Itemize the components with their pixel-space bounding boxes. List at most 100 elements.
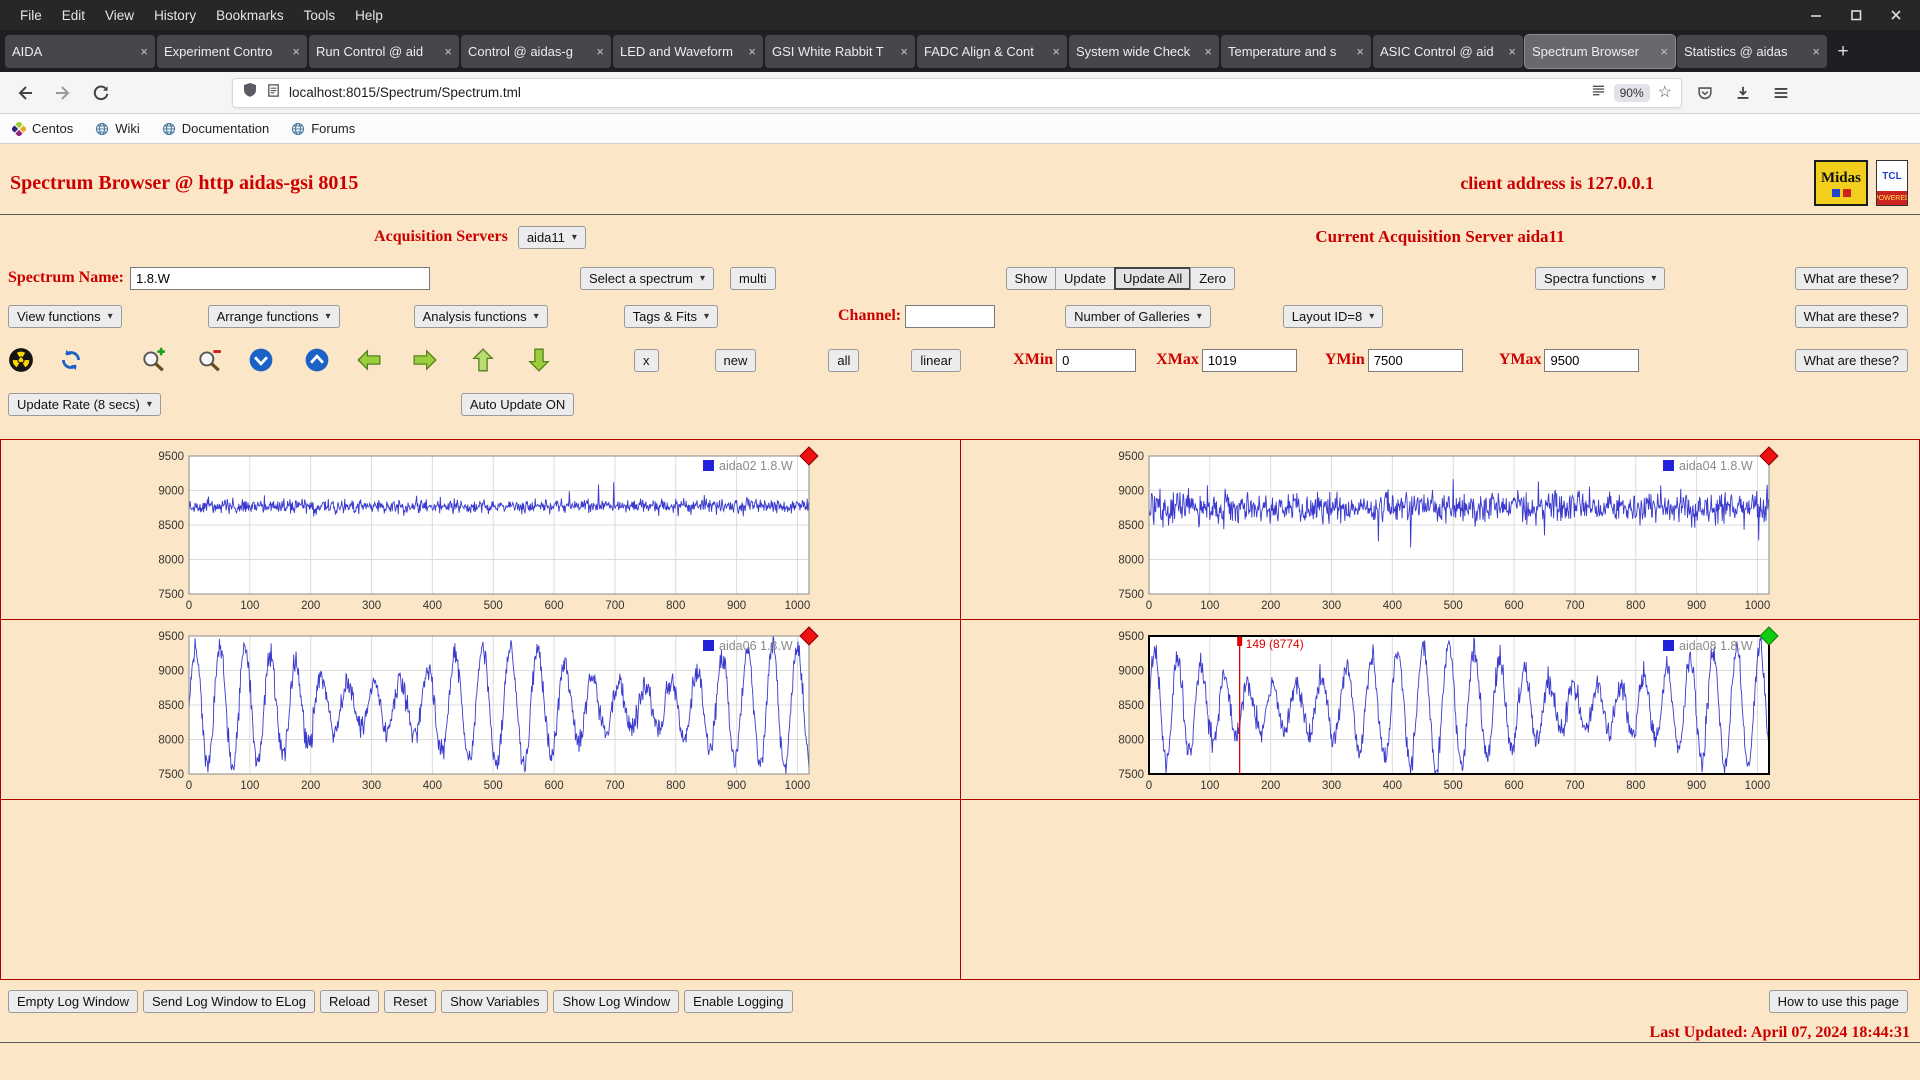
x-button[interactable]: x bbox=[634, 348, 659, 372]
spectrum-plot-aida06[interactable]: 0 100 200 300 400 500 600 700 800 900 1000 7500 8000… bbox=[131, 624, 831, 794]
tab-close-icon[interactable]: × bbox=[1812, 44, 1820, 59]
collapse-y-icon[interactable] bbox=[248, 347, 274, 373]
tab-close-icon[interactable]: × bbox=[1508, 44, 1516, 59]
spectrum-plot-aida04[interactable]: 0 100 200 300 400 500 600 700 800 900 1000 7500 8000… bbox=[1091, 444, 1791, 614]
radiation-icon[interactable] bbox=[8, 347, 34, 373]
tags-fits-select[interactable]: Tags & Fits ▾ bbox=[623, 304, 718, 328]
enable-logging-button[interactable]: Enable Logging bbox=[684, 989, 793, 1013]
spectrum-name-input[interactable] bbox=[129, 266, 430, 290]
tab-close-icon[interactable]: × bbox=[1356, 44, 1364, 59]
back-button[interactable] bbox=[10, 78, 40, 108]
arrow-right-icon[interactable] bbox=[412, 347, 438, 373]
show-variables-button[interactable]: Show Variables bbox=[441, 989, 549, 1013]
zoom-out-icon[interactable] bbox=[196, 347, 222, 373]
minimize-button[interactable] bbox=[1808, 7, 1824, 23]
tab-temperature-and-s[interactable]: Temperature and s × bbox=[1221, 35, 1371, 68]
layout-id-select[interactable]: Layout ID=8 ▾ bbox=[1282, 304, 1384, 328]
show-button[interactable]: Show bbox=[1005, 266, 1057, 290]
acquisition-server-select[interactable]: aida11 ▾ bbox=[517, 225, 586, 249]
menu-history[interactable]: History bbox=[144, 8, 206, 23]
menu-tools[interactable]: Tools bbox=[294, 8, 346, 23]
bookmark-documentation[interactable]: Documentation bbox=[162, 121, 269, 136]
reload-button[interactable] bbox=[86, 78, 116, 108]
arrow-left-icon[interactable] bbox=[356, 347, 382, 373]
tab-close-icon[interactable]: × bbox=[1052, 44, 1060, 59]
tab-experiment-contro[interactable]: Experiment Contro × bbox=[157, 35, 307, 68]
tab-aida[interactable]: AIDA × bbox=[5, 35, 155, 68]
shield-icon[interactable] bbox=[242, 82, 258, 103]
tab-control-aidas-g[interactable]: Control @ aidas-g × bbox=[461, 35, 611, 68]
gallery-cell-1[interactable]: 0 100 200 300 400 500 600 700 800 900 1000 7500 8000… bbox=[1, 440, 961, 620]
page-info-icon[interactable] bbox=[266, 83, 281, 103]
new-button[interactable]: new bbox=[714, 348, 757, 372]
tab-close-icon[interactable]: × bbox=[1660, 44, 1668, 59]
close-button[interactable] bbox=[1888, 7, 1904, 23]
zoom-indicator[interactable]: 90% bbox=[1613, 83, 1650, 102]
tab-run-control-aid[interactable]: Run Control @ aid × bbox=[309, 35, 459, 68]
channel-input[interactable] bbox=[905, 304, 996, 328]
tab-close-icon[interactable]: × bbox=[596, 44, 604, 59]
arrange-functions-select[interactable]: Arrange functions ▾ bbox=[207, 304, 340, 328]
arrow-up-icon[interactable] bbox=[470, 347, 496, 373]
reload-button[interactable]: Reload bbox=[319, 989, 380, 1013]
analysis-functions-select[interactable]: Analysis functions ▾ bbox=[413, 304, 548, 328]
reader-mode-icon[interactable] bbox=[1591, 83, 1606, 103]
url-bar[interactable]: localhost:8015/Spectrum/Spectrum.tml 90%… bbox=[232, 77, 1682, 108]
reset-button[interactable]: Reset bbox=[384, 989, 437, 1013]
xmax-input[interactable] bbox=[1201, 348, 1297, 372]
spectrum-plot-aida02[interactable]: 0 100 200 300 400 500 600 700 800 900 1000 7500 8000… bbox=[131, 444, 831, 614]
maximize-button[interactable] bbox=[1848, 7, 1864, 23]
bookmark-forums[interactable]: Forums bbox=[291, 121, 355, 136]
how-to-use-button[interactable]: How to use this page bbox=[1768, 989, 1908, 1013]
xmin-input[interactable] bbox=[1056, 348, 1137, 372]
tab-close-icon[interactable]: × bbox=[444, 44, 452, 59]
what-are-these-button-2[interactable]: What are these? bbox=[1794, 304, 1908, 328]
pocket-icon[interactable] bbox=[1690, 78, 1720, 108]
tab-fadc-align-cont[interactable]: FADC Align & Cont × bbox=[917, 35, 1067, 68]
send-log-window-to-elog-button[interactable]: Send Log Window to ELog bbox=[143, 989, 315, 1013]
new-tab-button[interactable]: + bbox=[1828, 37, 1858, 67]
update-all-button[interactable]: Update All bbox=[1113, 266, 1192, 290]
auto-update-button[interactable]: Auto Update ON bbox=[460, 392, 575, 416]
bookmark-star-icon[interactable]: ☆ bbox=[1658, 84, 1672, 101]
tab-led-and-waveform[interactable]: LED and Waveform × bbox=[613, 35, 763, 68]
tab-system-wide-check[interactable]: System wide Check × bbox=[1069, 35, 1219, 68]
tab-close-icon[interactable]: × bbox=[140, 44, 148, 59]
forward-button[interactable] bbox=[48, 78, 78, 108]
tab-close-icon[interactable]: × bbox=[1204, 44, 1212, 59]
bookmark-wiki[interactable]: Wiki bbox=[95, 121, 140, 136]
what-are-these-button-1[interactable]: What are these? bbox=[1794, 266, 1908, 290]
tab-statistics-aidas[interactable]: Statistics @ aidas × bbox=[1677, 35, 1827, 68]
ymin-input[interactable] bbox=[1367, 348, 1463, 372]
tab-close-icon[interactable]: × bbox=[292, 44, 300, 59]
what-are-these-button-3[interactable]: What are these? bbox=[1794, 348, 1908, 372]
multi-button[interactable]: multi bbox=[730, 266, 776, 290]
url-text[interactable]: localhost:8015/Spectrum/Spectrum.tml bbox=[289, 85, 1583, 100]
number-of-galleries-select[interactable]: Number of Galleries ▾ bbox=[1065, 304, 1211, 328]
menu-view[interactable]: View bbox=[95, 8, 144, 23]
gallery-cell-3[interactable]: 0 100 200 300 400 500 600 700 800 900 1000 7500 8000… bbox=[1, 620, 961, 800]
menu-file[interactable]: File bbox=[10, 8, 52, 23]
spectra-functions-select[interactable]: Spectra functions ▾ bbox=[1534, 266, 1666, 290]
ymax-input[interactable] bbox=[1544, 348, 1640, 372]
show-log-window-button[interactable]: Show Log Window bbox=[553, 989, 680, 1013]
update-rate-select[interactable]: Update Rate (8 secs) ▾ bbox=[8, 392, 161, 416]
gallery-cell-4[interactable]: 0 100 200 300 400 500 600 700 800 900 1000 7500 8000… bbox=[960, 620, 1920, 800]
expand-y-icon[interactable] bbox=[304, 347, 330, 373]
bookmark-centos[interactable]: Centos bbox=[12, 121, 73, 136]
zoom-in-icon[interactable] bbox=[140, 347, 166, 373]
zero-button[interactable]: Zero bbox=[1190, 266, 1235, 290]
empty-log-window-button[interactable]: Empty Log Window bbox=[8, 989, 138, 1013]
linear-button[interactable]: linear bbox=[911, 348, 962, 372]
tab-gsi-white-rabbit-t[interactable]: GSI White Rabbit T × bbox=[765, 35, 915, 68]
downloads-icon[interactable] bbox=[1728, 78, 1758, 108]
all-button[interactable]: all bbox=[828, 348, 860, 372]
tab-asic-control-aid[interactable]: ASIC Control @ aid × bbox=[1373, 35, 1523, 68]
menu-hamburger-icon[interactable] bbox=[1766, 78, 1796, 108]
view-functions-select[interactable]: View functions ▾ bbox=[8, 304, 122, 328]
menu-help[interactable]: Help bbox=[345, 8, 393, 23]
update-button[interactable]: Update bbox=[1055, 266, 1115, 290]
select-a-spectrum[interactable]: Select a spectrum ▾ bbox=[579, 266, 715, 290]
tab-spectrum-browser[interactable]: Spectrum Browser × bbox=[1524, 34, 1676, 69]
tab-close-icon[interactable]: × bbox=[748, 44, 756, 59]
